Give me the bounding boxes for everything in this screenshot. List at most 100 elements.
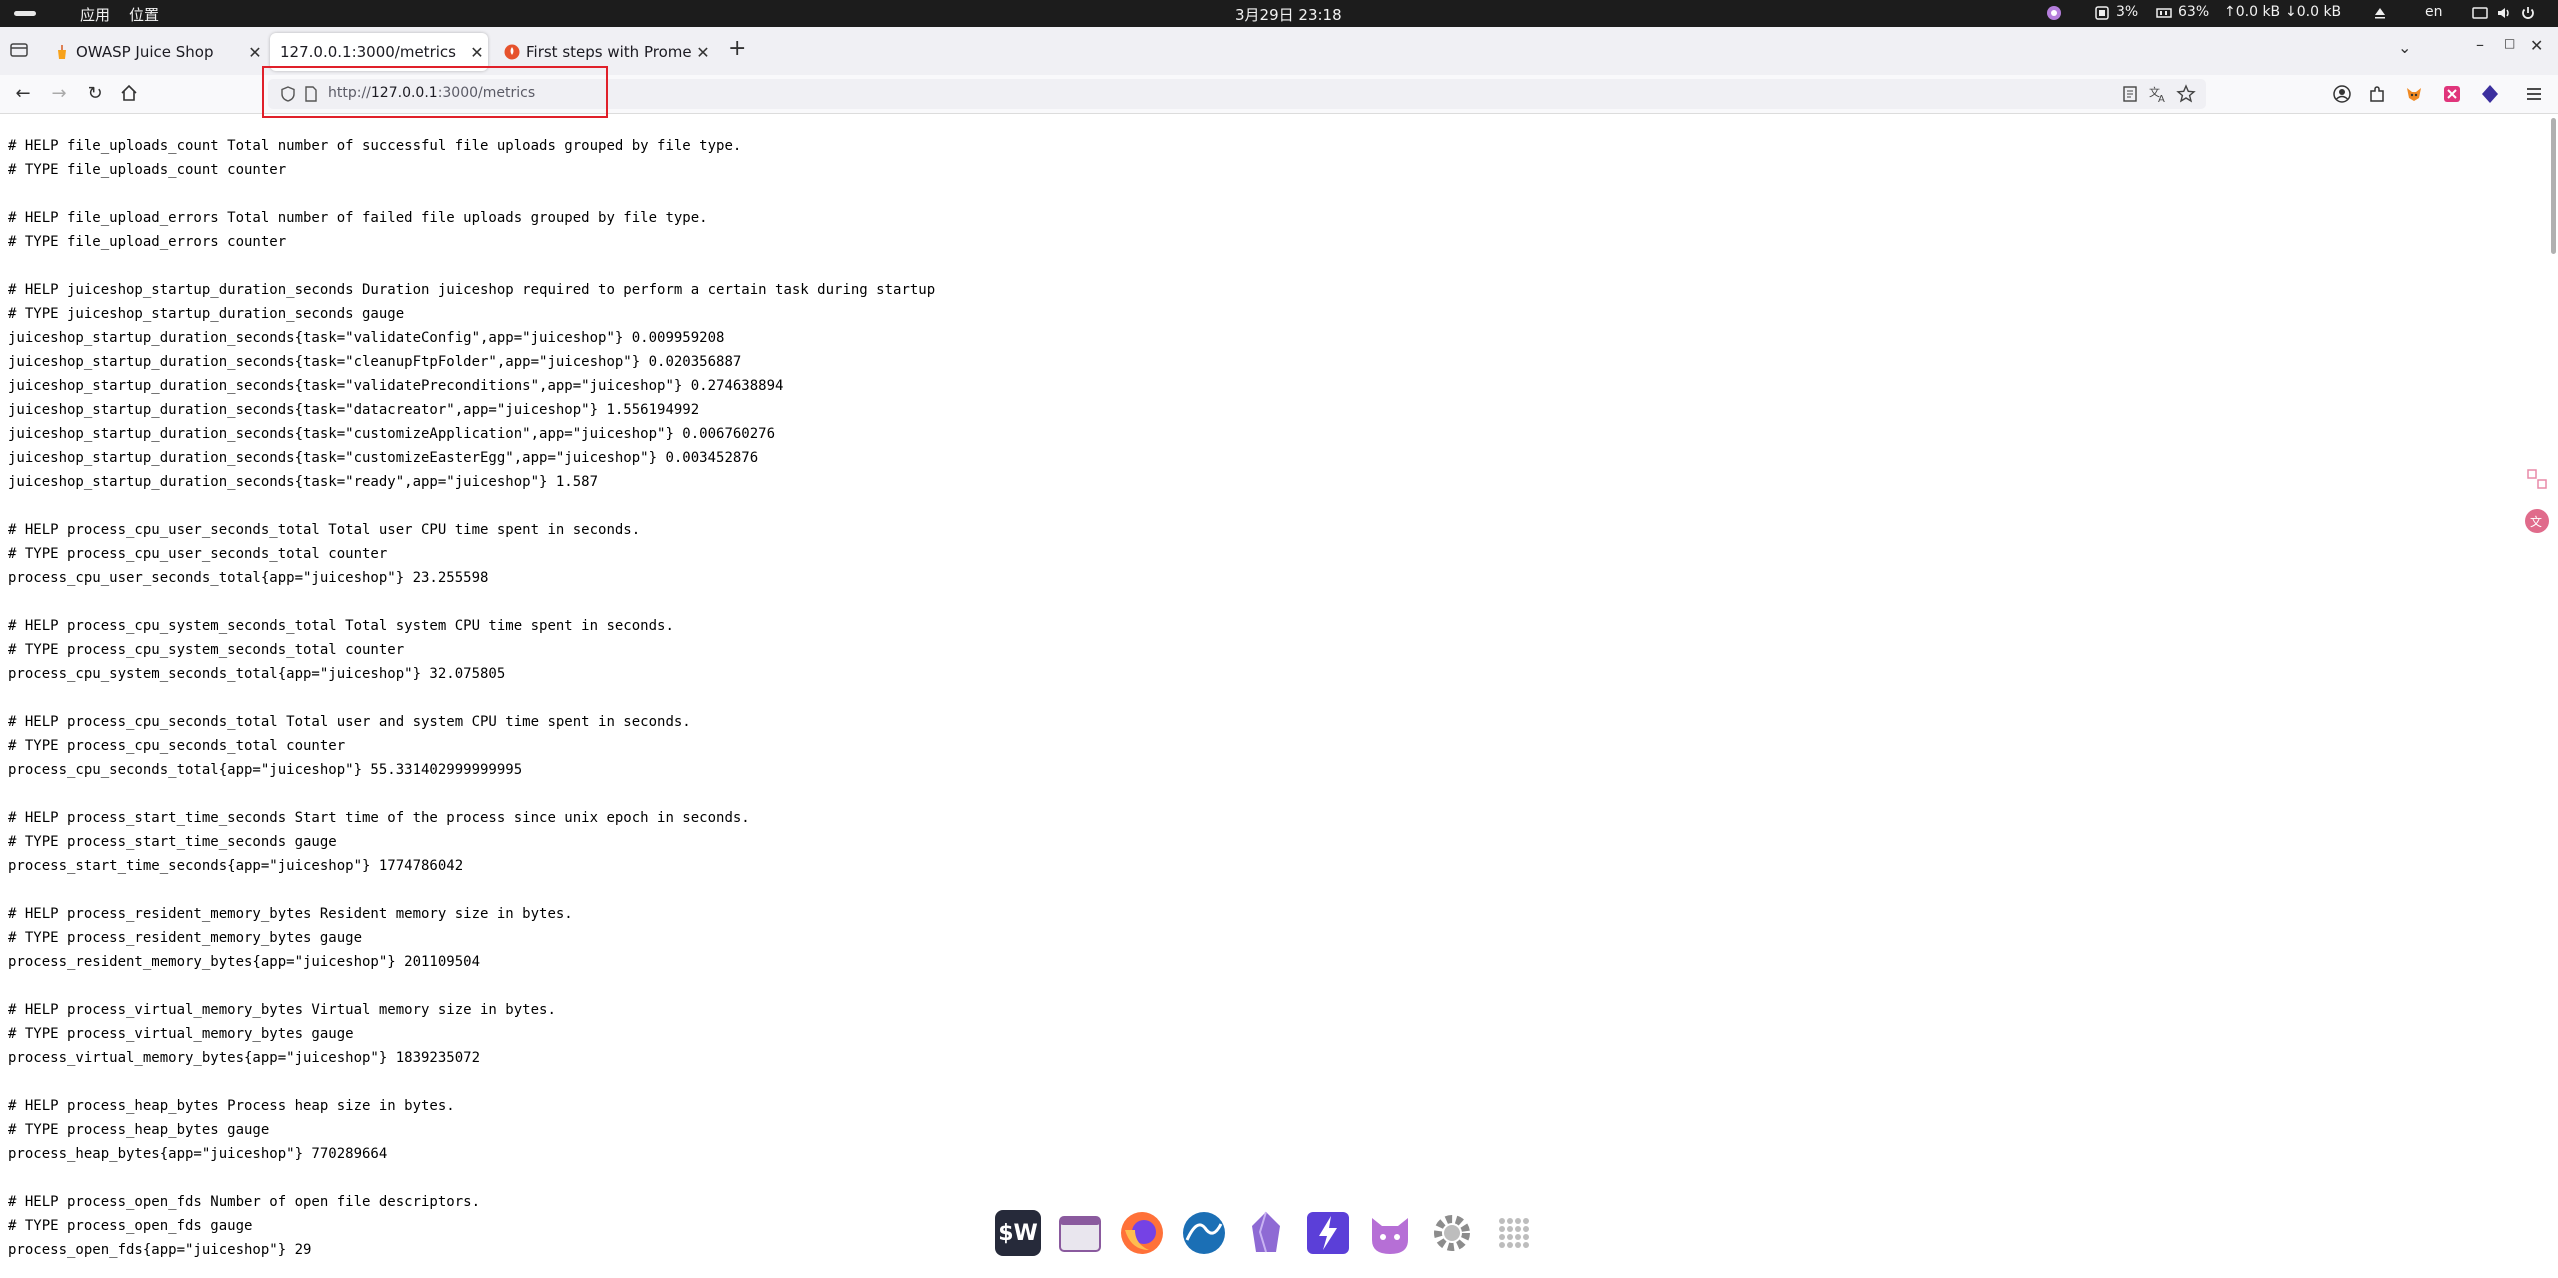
gear-icon bbox=[1434, 1215, 1470, 1251]
translate-icon[interactable]: 文A bbox=[2148, 84, 2168, 104]
tab-title: 127.0.0.1:3000/metrics bbox=[280, 43, 456, 61]
metric-value-line: juiceshop_startup_duration_seconds{task=… bbox=[8, 474, 599, 490]
network-download: ↓0.0 kB bbox=[2285, 4, 2342, 20]
juice-shop-favicon bbox=[58, 45, 66, 59]
metric-value-line: process_start_time_seconds{app="juicesho… bbox=[8, 858, 464, 874]
firefox-icon bbox=[1121, 1212, 1163, 1254]
power-icon[interactable] bbox=[2520, 5, 2536, 21]
reload-icon[interactable]: ↻ bbox=[84, 83, 106, 105]
forward-arrow-icon[interactable]: → bbox=[48, 83, 70, 105]
metric-comment-line: # HELP process_start_time_seconds Start … bbox=[8, 810, 750, 826]
obsidian-app-icon[interactable] bbox=[1241, 1208, 1291, 1258]
extensions-icon[interactable] bbox=[2367, 84, 2387, 104]
lightning-icon bbox=[1307, 1212, 1349, 1254]
zap-app-icon[interactable] bbox=[1303, 1208, 1353, 1258]
app-grid-icon[interactable] bbox=[1489, 1208, 1539, 1258]
metric-comment-line: # HELP process_heap_bytes Process heap s… bbox=[8, 1098, 455, 1114]
files-app-icon[interactable] bbox=[1055, 1208, 1105, 1258]
metric-value-line: juiceshop_startup_duration_seconds{task=… bbox=[8, 402, 700, 418]
metric-comment-line: # TYPE file_upload_errors counter bbox=[8, 234, 287, 250]
firefox-view-icon[interactable] bbox=[10, 42, 28, 58]
grid-dots-icon bbox=[1499, 1218, 1529, 1248]
dock: $W bbox=[985, 1200, 1568, 1266]
wireshark-app-icon[interactable] bbox=[1179, 1208, 1229, 1258]
system-top-bar: 应用 位置 3月29日 23:18 3% 63% ↑0.0 kB ↓0.0 kB… bbox=[0, 0, 2558, 27]
wps-app-label: $W bbox=[995, 1210, 1041, 1256]
firefox-app-icon[interactable] bbox=[1117, 1208, 1167, 1258]
metric-value-line: juiceshop_startup_duration_seconds{task=… bbox=[8, 330, 725, 346]
reader-view-icon[interactable] bbox=[2120, 84, 2140, 104]
close-window-icon[interactable]: ✕ bbox=[2530, 36, 2543, 55]
account-icon[interactable] bbox=[2332, 84, 2352, 104]
input-language[interactable]: en bbox=[2425, 4, 2443, 20]
metric-comment-line: # HELP process_resident_memory_bytes Res… bbox=[8, 906, 573, 922]
clock[interactable]: 3月29日 23:18 bbox=[1235, 4, 1342, 25]
svg-text:文: 文 bbox=[2530, 514, 2542, 529]
screenshot-tool-icon[interactable] bbox=[2524, 466, 2550, 492]
home-icon[interactable] bbox=[120, 84, 138, 102]
new-tab-button[interactable]: + bbox=[728, 38, 746, 60]
metric-comment-line: # HELP file_uploads_count Total number o… bbox=[8, 138, 742, 154]
wps-app-icon[interactable]: $W bbox=[993, 1208, 1043, 1258]
settings-app-icon[interactable] bbox=[1427, 1208, 1477, 1258]
metric-value-line: juiceshop_startup_duration_seconds{task=… bbox=[8, 426, 776, 442]
close-tab-icon[interactable]: ✕ bbox=[466, 43, 488, 62]
activities-button[interactable] bbox=[14, 11, 36, 16]
memory-usage: 63% bbox=[2178, 4, 2210, 20]
places-menu[interactable]: 位置 bbox=[129, 4, 159, 25]
metric-value-line: process_resident_memory_bytes{app="juice… bbox=[8, 954, 481, 970]
vertical-scrollbar[interactable] bbox=[2551, 118, 2556, 254]
page-content: # HELP file_uploads_count Total number o… bbox=[0, 114, 2548, 1278]
metric-value-line: process_cpu_seconds_total{app="juiceshop… bbox=[8, 762, 523, 778]
tab-title: OWASP Juice Shop bbox=[76, 43, 214, 61]
metric-value-line: process_virtual_memory_bytes{app="juices… bbox=[8, 1050, 481, 1066]
hamburger-menu-icon[interactable] bbox=[2524, 84, 2544, 104]
foxyproxy-icon[interactable] bbox=[2404, 84, 2424, 104]
metric-comment-line: # HELP process_cpu_system_seconds_total … bbox=[8, 618, 674, 634]
shark-fin-icon bbox=[1183, 1212, 1225, 1254]
cpu-usage: 3% bbox=[2116, 4, 2139, 20]
close-tab-icon[interactable]: ✕ bbox=[692, 43, 714, 62]
folder-icon bbox=[1059, 1216, 1101, 1252]
metrics-text: # HELP file_uploads_count Total number o… bbox=[0, 114, 2548, 1262]
translate-float-icon[interactable]: 文 bbox=[2524, 508, 2550, 534]
display-icon[interactable] bbox=[2472, 5, 2488, 21]
tab-title: First steps with Promethe bbox=[526, 43, 692, 61]
tab-owasp-juice-shop[interactable]: OWASP Juice Shop ✕ bbox=[44, 33, 266, 71]
maximize-window-icon[interactable]: □ bbox=[2504, 36, 2515, 50]
cat-app-icon[interactable] bbox=[1365, 1208, 1415, 1258]
metric-comment-line: # HELP juiceshop_startup_duration_second… bbox=[8, 282, 936, 298]
metric-comment-line: # TYPE process_cpu_user_seconds_total co… bbox=[8, 546, 388, 562]
list-all-tabs-icon[interactable]: ⌄ bbox=[2398, 38, 2411, 57]
metric-value-line: process_heap_bytes{app="juiceshop"} 7702… bbox=[8, 1146, 388, 1162]
applications-menu[interactable]: 应用 bbox=[80, 4, 110, 25]
metric-comment-line: # HELP process_virtual_memory_bytes Virt… bbox=[8, 1002, 556, 1018]
metric-comment-line: # TYPE file_uploads_count counter bbox=[8, 162, 287, 178]
metric-comment-line: # HELP file_upload_errors Total number o… bbox=[8, 210, 708, 226]
extension-purple-icon[interactable] bbox=[2480, 84, 2500, 104]
metric-comment-line: # TYPE process_heap_bytes gauge bbox=[8, 1122, 270, 1138]
extension-pink-icon[interactable] bbox=[2442, 84, 2462, 104]
close-tab-icon[interactable]: ✕ bbox=[244, 43, 266, 62]
metric-value-line: juiceshop_startup_duration_seconds{task=… bbox=[8, 354, 742, 370]
bookmark-star-icon[interactable] bbox=[2176, 84, 2196, 104]
obsidian-gem-icon bbox=[1252, 1211, 1280, 1253]
network-upload: ↑0.0 kB bbox=[2224, 4, 2281, 20]
prometheus-favicon bbox=[504, 44, 520, 60]
minimize-window-icon[interactable]: – bbox=[2476, 35, 2484, 54]
back-arrow-icon[interactable]: ← bbox=[12, 83, 34, 105]
metric-comment-line: # HELP process_cpu_user_seconds_total To… bbox=[8, 522, 641, 538]
volume-icon[interactable] bbox=[2496, 5, 2512, 21]
notification-icon[interactable] bbox=[2046, 5, 2062, 21]
eject-icon[interactable] bbox=[2372, 5, 2388, 21]
metric-comment-line: # TYPE process_start_time_seconds gauge bbox=[8, 834, 337, 850]
